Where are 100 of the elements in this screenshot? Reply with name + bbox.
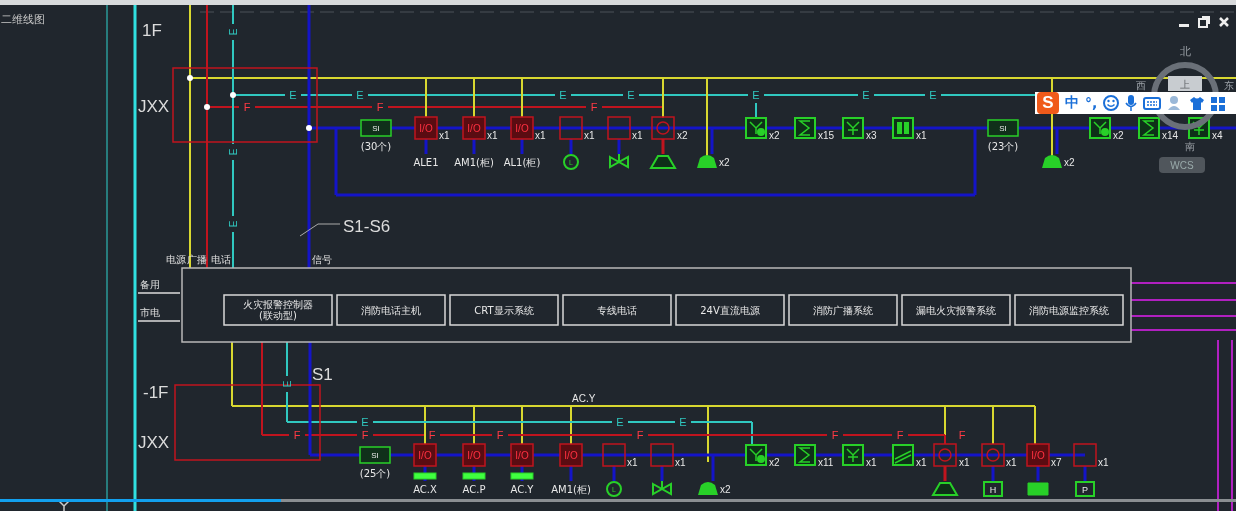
level-switch-icon (563, 154, 579, 170)
module-name: 专线电话 (597, 305, 637, 316)
wire-line (873, 94, 926, 96)
wire-line (232, 231, 234, 269)
view-cube-ring[interactable] (1151, 62, 1219, 130)
valve-icon (652, 480, 672, 496)
panel-code: SI (371, 451, 379, 460)
device-count: x15 (818, 130, 835, 141)
relay-icon (1073, 443, 1097, 467)
junction-dot (204, 104, 210, 110)
module-name: 消防广播系统 (813, 305, 873, 316)
wire-line (991, 466, 995, 481)
ucs-icon (57, 499, 71, 511)
floor-label: -1F (143, 383, 169, 402)
cabinet-label: JXX (138, 97, 170, 116)
module-code: I/O (515, 450, 529, 461)
device-count: x2 (1064, 157, 1075, 168)
device-label: AL1(柜) (503, 157, 541, 168)
line-marker: E (282, 380, 293, 388)
wire-line (661, 139, 665, 154)
microphone-icon[interactable] (1125, 94, 1138, 112)
compass-west[interactable]: 西 (1136, 80, 1146, 91)
wire-line (232, 4, 234, 25)
device-label: ALE1 (413, 157, 439, 168)
wire-line (1083, 466, 1087, 481)
device-label: (25个) (359, 468, 391, 479)
device-count: x1 (866, 457, 877, 468)
ime-logo[interactable]: S (1037, 92, 1059, 114)
wire-line (627, 421, 676, 423)
line-marker: E (228, 148, 239, 156)
leader-line (299, 223, 341, 237)
module-name: 漏电火灾报警系统 (916, 305, 996, 316)
smoke-detector-icon (794, 444, 816, 466)
restore-button[interactable] (1198, 16, 1210, 28)
emoji-icon[interactable] (1103, 95, 1120, 111)
device-count: x1 (535, 130, 546, 141)
device-count: x1 (1006, 457, 1017, 468)
wire-line (570, 94, 624, 96)
module-code: I/O (564, 450, 578, 461)
heat-detector-icon (842, 444, 864, 466)
keyboard-icon[interactable] (1143, 96, 1162, 110)
wire-line (617, 139, 621, 154)
io-module-icon (510, 116, 534, 140)
output-box-icon (983, 481, 1003, 497)
device-count: x2 (720, 484, 731, 495)
view-cube-label[interactable]: 上 (1180, 79, 1190, 90)
call-button-icon (892, 117, 914, 139)
panel-icon (360, 119, 392, 137)
module-name: 火灾报警控制器 (联动型) (243, 299, 313, 321)
grid-icon[interactable] (1211, 95, 1226, 111)
module-code: I/O (467, 450, 481, 461)
io-module-icon (1026, 443, 1050, 467)
device-count: x2 (677, 130, 688, 141)
device-count: x14 (1162, 130, 1179, 141)
junction-dot (187, 75, 193, 81)
device-count: x2 (769, 130, 780, 141)
wire-line (569, 466, 573, 481)
close-button[interactable] (1218, 16, 1230, 28)
bell-icon (697, 155, 717, 168)
compass-north[interactable]: 北 (1179, 45, 1191, 58)
line-marker: F (590, 101, 598, 113)
relay-icon (650, 443, 674, 467)
punctuation-toggle[interactable]: °, (1085, 95, 1098, 111)
module-code: I/O (418, 450, 432, 461)
shirt-icon[interactable] (1189, 95, 1206, 111)
device-count: x1 (487, 130, 498, 141)
box-code: H (989, 485, 997, 495)
device-count: x1 (916, 130, 927, 141)
device-count: x1 (675, 457, 686, 468)
drawing-tab-title[interactable]: 二维线图 (1, 13, 45, 26)
module-name: 24V直流电源 (700, 305, 760, 316)
device-count: x4 (1212, 130, 1223, 141)
compass-south[interactable]: 南 (1185, 141, 1195, 152)
module-name: 消防电话主机 (361, 305, 421, 316)
line-marker: F (496, 429, 504, 441)
line-marker: E (228, 220, 239, 228)
line-marker: F (361, 429, 369, 441)
box-code: P (1082, 485, 1088, 495)
compass-east[interactable]: 东 (1224, 80, 1234, 91)
device-count: x1 (1098, 457, 1109, 468)
line-marker: F (243, 101, 251, 113)
junction-dot (306, 125, 312, 131)
relay-icon (602, 443, 626, 467)
siren-module-icon (933, 443, 957, 467)
combo-detector-icon (745, 117, 767, 139)
wire-line (842, 434, 893, 436)
line-marker: F (896, 429, 904, 441)
indicator-bar-icon (413, 472, 437, 480)
wire-line (424, 139, 428, 154)
device-count: x1 (916, 457, 927, 468)
cabinet-label: JXX (138, 433, 170, 452)
cable-label: S1 (312, 365, 333, 384)
wire-line (612, 466, 616, 481)
bell-icon (1042, 155, 1062, 168)
fan-icon (1027, 482, 1049, 496)
device-count: x1 (584, 130, 595, 141)
wire-line (472, 139, 476, 154)
wcs-badge[interactable]: WCS (1159, 157, 1205, 173)
wire-line (569, 139, 573, 154)
ime-mode-toggle[interactable]: 中 (1065, 94, 1079, 112)
